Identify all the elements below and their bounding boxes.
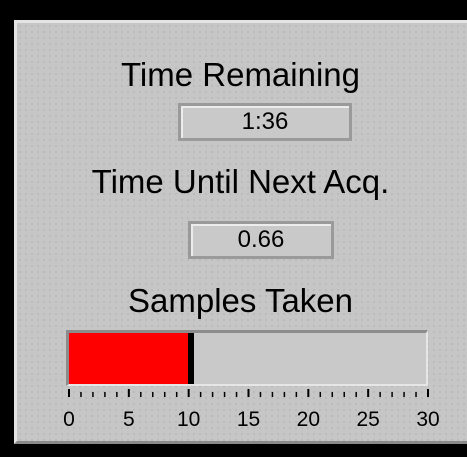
samples-scale: 0 5 10 15 20 25 30 — [63, 389, 440, 431]
scale-labels: 0 5 10 15 20 25 30 — [63, 408, 440, 431]
tick-label: 10 — [177, 408, 200, 431]
tick-label: 20 — [297, 408, 320, 431]
tick-label: 30 — [416, 408, 439, 431]
tick-label: 0 — [63, 408, 75, 431]
tick-label: 5 — [123, 408, 135, 431]
scale-ticks — [68, 389, 429, 397]
tick-label: 15 — [237, 408, 260, 431]
tick-label: 25 — [356, 408, 379, 431]
